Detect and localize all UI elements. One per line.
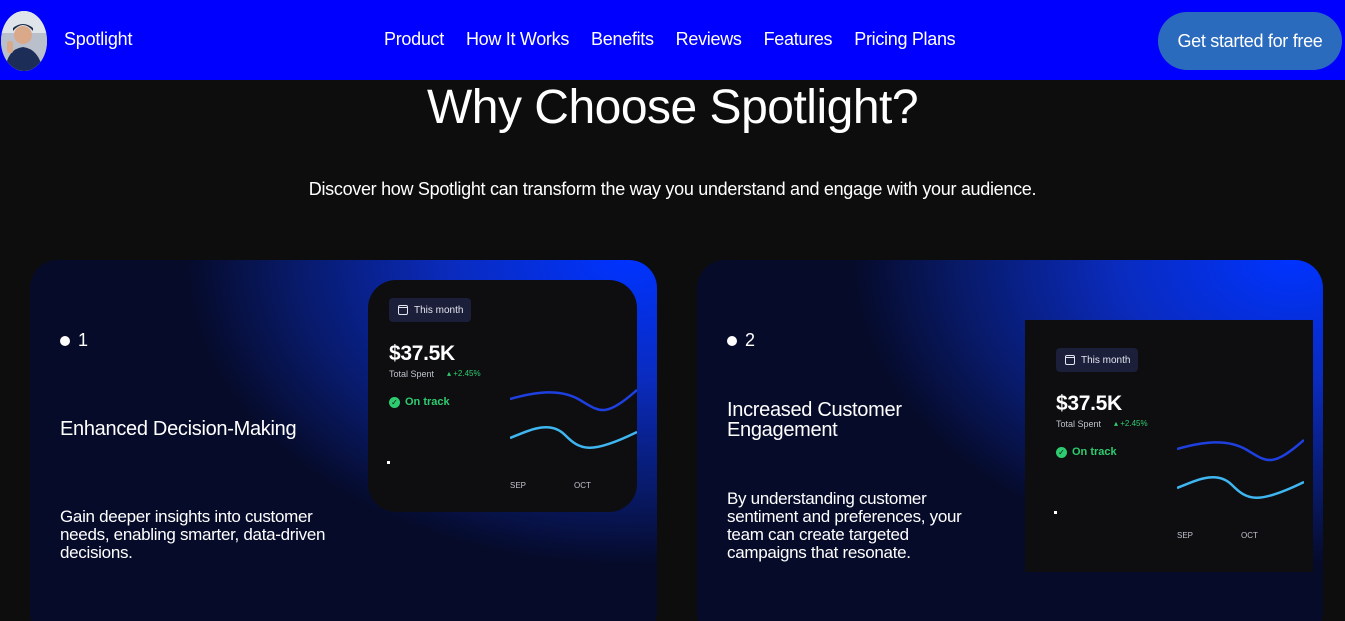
delta-badge: ▴ +2.45%	[1114, 419, 1148, 428]
status-indicator: ✓ On track	[389, 396, 450, 408]
card-title: Increased Customer Engagement	[727, 399, 902, 441]
trend-lines-chart	[1177, 439, 1304, 499]
card-number: 1	[60, 330, 88, 351]
status-indicator: ✓ On track	[1056, 446, 1117, 458]
check-circle-icon: ✓	[389, 396, 400, 408]
spending-widget: This month $37.5K Total Spent ▴ +2.45% ✓…	[368, 280, 637, 512]
delta-value: +2.45%	[453, 369, 481, 378]
x-axis-label-sep: SEP	[1177, 531, 1194, 540]
nav-link-reviews[interactable]: Reviews	[676, 29, 742, 50]
card-number: 2	[727, 330, 755, 351]
x-axis-label-oct: OCT	[574, 481, 591, 490]
nav-link-how-it-works[interactable]: How It Works	[466, 29, 569, 50]
spending-widget: This month $37.5K Total Spent ▴ +2.45% ✓…	[1025, 320, 1313, 572]
card-description: By understanding customer sentiment and …	[727, 489, 962, 562]
card-title: Enhanced Decision-Making	[60, 418, 297, 440]
calendar-icon	[1065, 355, 1075, 365]
avatar-image	[1, 11, 47, 71]
card-number-label: 2	[745, 330, 756, 350]
nav-link-product[interactable]: Product	[384, 29, 444, 50]
top-navbar: Spotlight Product How It Works Benefits …	[0, 0, 1345, 80]
total-label: Total Spent	[389, 369, 435, 379]
trend-line-secondary	[1177, 476, 1304, 499]
nav-link-pricing-plans[interactable]: Pricing Plans	[854, 29, 955, 50]
period-selector[interactable]: This month	[389, 298, 471, 322]
get-started-button[interactable]: Get started for free	[1158, 12, 1342, 70]
delta-value: +2.45%	[1120, 419, 1148, 428]
benefit-card-1: 1 Enhanced Decision-Making Gain deeper i…	[30, 260, 657, 621]
trend-line-secondary	[510, 426, 637, 449]
nav-link-benefits[interactable]: Benefits	[591, 29, 654, 50]
marker-dot	[1054, 511, 1057, 514]
total-amount: $37.5K	[1056, 392, 1122, 415]
nav-link-features[interactable]: Features	[764, 29, 833, 50]
x-axis-label-sep: SEP	[510, 481, 527, 490]
nav-links: Product How It Works Benefits Reviews Fe…	[384, 29, 956, 50]
card-description: Gain deeper insights into customer needs…	[60, 507, 326, 562]
status-label: On track	[405, 396, 450, 408]
delta-badge: ▴ +2.45%	[447, 369, 481, 378]
brand-name[interactable]: Spotlight	[64, 29, 132, 50]
bullet-dot-icon	[727, 335, 737, 346]
marker-dot	[387, 461, 390, 464]
avatar[interactable]	[1, 11, 47, 71]
benefit-card-2: 2 Increased Customer Engagement By under…	[697, 260, 1323, 621]
trend-lines-chart	[510, 389, 637, 449]
bullet-dot-icon	[60, 335, 70, 346]
status-label: On track	[1072, 446, 1117, 458]
trend-line-primary	[510, 389, 637, 412]
total-amount: $37.5K	[389, 342, 455, 365]
section-title: Why Choose Spotlight?	[426, 81, 919, 134]
trend-line-primary	[1177, 439, 1304, 462]
period-label: This month	[414, 304, 464, 316]
x-axis-label-oct: OCT	[1241, 531, 1258, 540]
calendar-icon	[398, 305, 408, 315]
check-circle-icon: ✓	[1056, 446, 1067, 458]
period-selector[interactable]: This month	[1056, 348, 1138, 372]
total-label: Total Spent	[1056, 419, 1102, 429]
card-number-label: 1	[78, 330, 89, 350]
period-label: This month	[1081, 354, 1131, 366]
section-subtitle: Discover how Spotlight can transform the…	[308, 179, 1037, 199]
